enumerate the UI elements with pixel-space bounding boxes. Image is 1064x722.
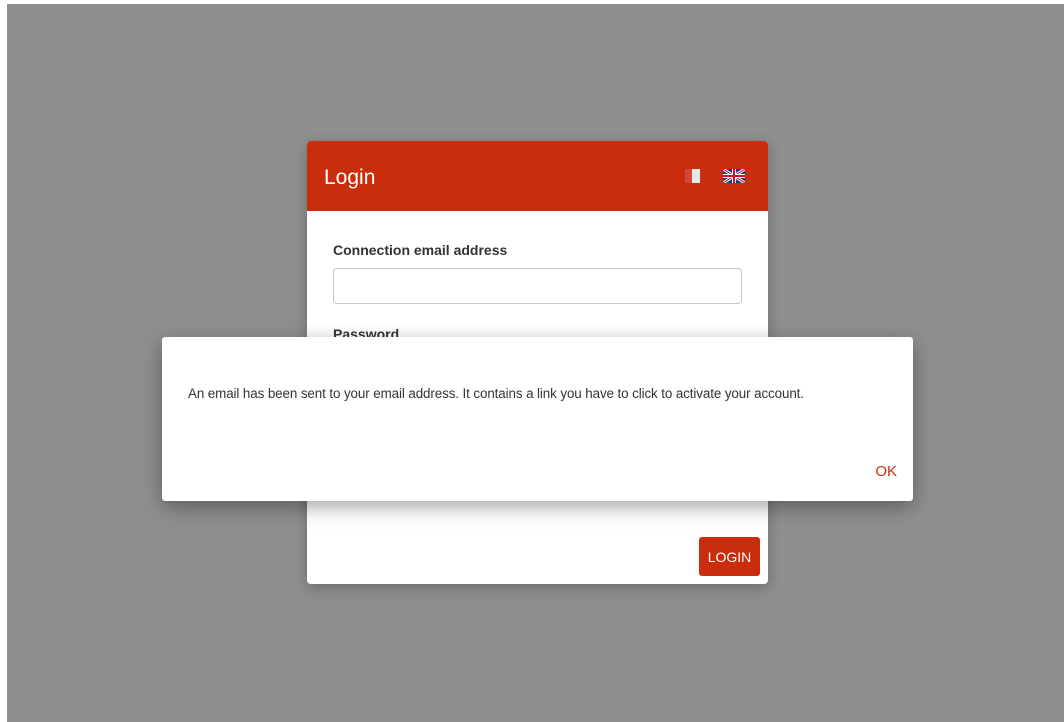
france-flag-icon[interactable] <box>685 169 707 183</box>
login-title: Login <box>324 166 376 189</box>
ok-button[interactable]: OK <box>875 463 897 480</box>
email-label: Connection email address <box>333 242 508 258</box>
info-dialog: An email has been sent to your email add… <box>162 337 913 501</box>
login-header: Login <box>307 141 768 211</box>
dialog-message: An email has been sent to your email add… <box>188 386 804 401</box>
email-field[interactable] <box>333 268 742 304</box>
uk-flag-icon[interactable] <box>723 169 745 183</box>
login-button[interactable]: LOGIN <box>699 537 760 576</box>
